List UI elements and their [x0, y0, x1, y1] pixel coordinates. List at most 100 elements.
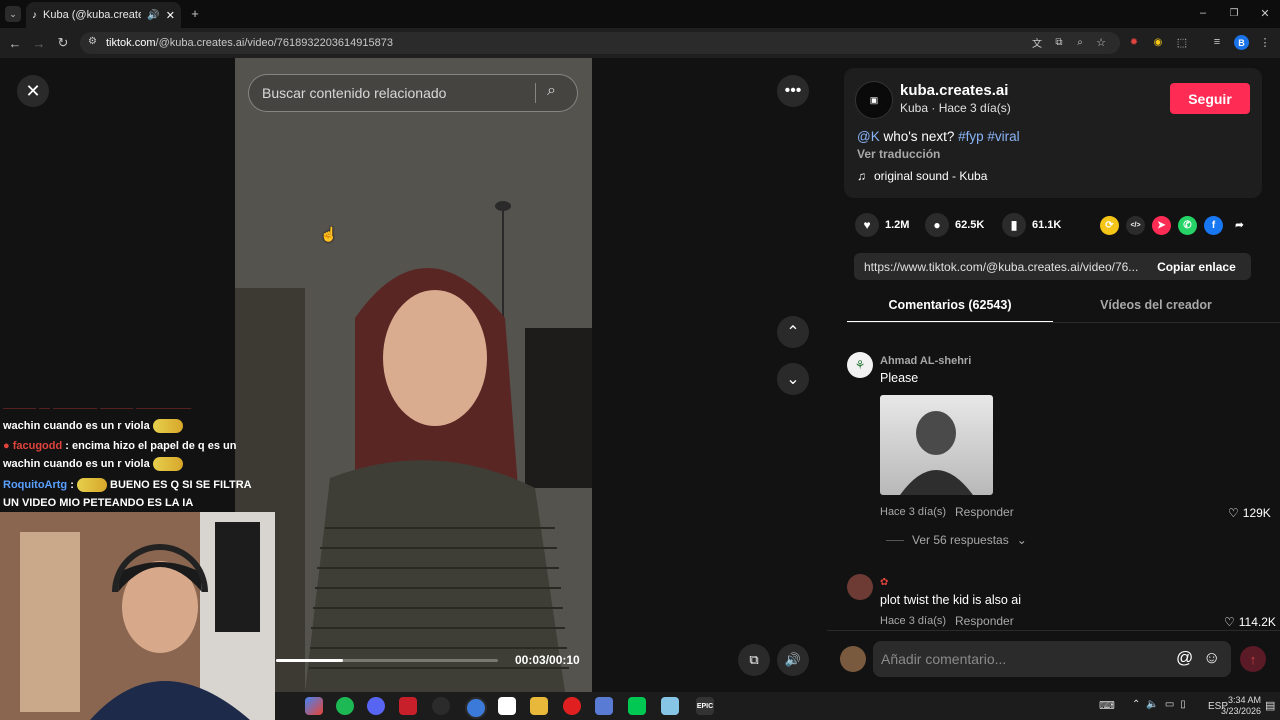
send-icon[interactable]: ➤	[1152, 216, 1171, 235]
video-player[interactable]	[235, 58, 592, 692]
reply-button[interactable]: Responder	[955, 505, 1014, 519]
capcut-icon[interactable]	[498, 697, 516, 715]
comment-image[interactable]	[880, 395, 993, 495]
volume-button[interactable]: 🔊	[777, 644, 809, 676]
minimize-icon[interactable]: –	[1196, 6, 1210, 20]
reload-icon[interactable]: ↻	[55, 35, 71, 51]
new-tab-icon[interactable]: +	[188, 6, 202, 21]
progress-track[interactable]	[276, 659, 498, 662]
spotify-icon[interactable]	[336, 697, 354, 715]
keyboard-icon[interactable]: ⌨	[1099, 699, 1115, 712]
heart-icon: ♥	[855, 213, 879, 237]
caption-mention[interactable]: @K	[857, 129, 880, 144]
epic-games-icon[interactable]: EPIC	[696, 697, 714, 715]
bookmark-star-icon[interactable]: ☆	[1094, 35, 1108, 49]
mention-icon[interactable]: @	[1176, 648, 1193, 668]
reading-list-icon[interactable]: ≡	[1210, 35, 1224, 49]
notifications-icon[interactable]: ▤	[1265, 699, 1275, 712]
next-video-button[interactable]: ⌄	[777, 363, 809, 395]
streaming-app-icon[interactable]	[399, 697, 417, 715]
extension-icon[interactable]: ✹	[1127, 35, 1141, 49]
discord-icon[interactable]	[367, 697, 385, 715]
restore-icon[interactable]: ❐	[1227, 6, 1241, 20]
tab-creator-videos[interactable]: Vídeos del creador	[1053, 293, 1259, 321]
window-close-icon[interactable]: ✕	[1258, 6, 1272, 20]
chat-line-top: wachin cuando es un r viola	[3, 417, 183, 435]
tab-comments[interactable]: Comentarios (62543)	[847, 293, 1053, 323]
copy-link-button[interactable]: Copiar enlace	[1142, 260, 1251, 274]
user-avatar[interactable]	[840, 646, 866, 672]
url-field[interactable]: ⚙ tiktok.com/@kuba.creates.ai/video/7618…	[80, 32, 1120, 54]
share-arrow-icon[interactable]: ➦	[1230, 216, 1249, 235]
sound-link[interactable]: ♫ original sound - Kuba	[857, 169, 987, 183]
comment-stat[interactable]: ● 62.5K	[925, 213, 984, 237]
caption-hashtags[interactable]: #fyp #viral	[958, 129, 1020, 144]
commenter-name-icon[interactable]: ✿	[880, 577, 888, 588]
previous-video-button[interactable]: ⌃	[777, 316, 809, 348]
panel-tabs: Comentarios (62543) Vídeos del creador	[847, 293, 1280, 323]
emoji-icon[interactable]: ☺	[1203, 648, 1220, 668]
related-search-input[interactable]: Buscar contenido relacionado ⌕	[248, 74, 578, 112]
more-options-button[interactable]: •••	[777, 75, 809, 107]
notepad-icon[interactable]	[661, 697, 679, 715]
commenter-name[interactable]: Ahmad AL-shehri	[880, 355, 971, 367]
view-replies[interactable]: Ver 56 respuestas ⌄	[886, 533, 1027, 547]
commenter-avatar[interactable]	[847, 574, 873, 600]
search-icon[interactable]: ⌕	[547, 82, 556, 100]
tab-close-icon[interactable]: ✕	[166, 9, 175, 22]
chrome-menu-icon[interactable]: ⋮	[1259, 35, 1271, 49]
heart-outline-icon: ♡	[1228, 506, 1239, 520]
streamer-webcam	[0, 512, 275, 720]
tiktok-favicon-icon: ♪	[32, 9, 37, 21]
tab-search-icon[interactable]: ⌄	[5, 6, 21, 22]
repost-icon[interactable]: ⟳	[1100, 216, 1119, 235]
copilot-icon[interactable]	[305, 697, 323, 715]
translate-icon[interactable]: 文	[1030, 35, 1044, 50]
file-explorer-icon[interactable]	[530, 697, 548, 715]
zoom-icon[interactable]: ⌕	[1073, 35, 1087, 49]
facebook-icon[interactable]: f	[1204, 216, 1223, 235]
floating-player-button[interactable]: ⧉	[738, 644, 770, 676]
profile-avatar[interactable]: B	[1234, 35, 1249, 50]
back-icon[interactable]: ←	[7, 35, 23, 51]
cast-icon[interactable]: ⧉	[1052, 35, 1066, 49]
comment-input[interactable]: Añadir comentario... @ ☺	[873, 641, 1231, 677]
browser-tab[interactable]: ♪ Kuba (@kuba.creates.ai) | T 🔊 ✕	[26, 2, 181, 28]
comment-like-count: 114.2K	[1238, 615, 1276, 629]
emote-icon	[152, 419, 183, 434]
author-subtitle: Kuba · Hace 3 día(s)	[900, 101, 1011, 115]
system-tray[interactable]: ⌃ 🔈 ▭ ▯	[1132, 699, 1186, 710]
chat-message: ● facugodd : encima hizo el papel de q e…	[3, 437, 265, 473]
tabs-divider	[847, 322, 1280, 323]
reply-button[interactable]: Responder	[955, 614, 1014, 628]
chrome-icon[interactable]	[465, 697, 487, 719]
translate-link[interactable]: Ver traducción	[857, 147, 940, 161]
stream-chat-overlay: ▬▬▬ ▬ ▬▬▬▬ ▬▬▬ ▬▬▬▬▬ wachin cuando es un…	[0, 400, 272, 514]
follow-button[interactable]: Seguir	[1170, 83, 1250, 114]
author-avatar[interactable]: ▣	[855, 81, 893, 119]
comment-text: plot twist the kid is also ai	[880, 593, 1022, 607]
app-icon[interactable]	[595, 697, 613, 715]
post-comment-button[interactable]: ↑	[1240, 646, 1266, 672]
whatsapp-icon[interactable]: ✆	[1178, 216, 1197, 235]
comment-like[interactable]: ♡ 114.2K	[1224, 615, 1276, 629]
embed-icon[interactable]: </>	[1126, 216, 1145, 235]
taskbar-clock[interactable]: 3:34 AM 3/23/2026	[1221, 695, 1261, 717]
like-stat[interactable]: ♥ 1.2M	[855, 213, 909, 237]
kick-icon[interactable]	[628, 697, 646, 715]
site-info-icon[interactable]: ⚙	[88, 36, 97, 47]
opera-icon[interactable]	[563, 697, 581, 715]
author-username[interactable]: kuba.creates.ai	[900, 82, 1008, 99]
clock-time: 3:34 AM	[1227, 695, 1261, 705]
close-video-button[interactable]: ✕	[17, 75, 49, 107]
comment-count: 62.5K	[955, 219, 985, 231]
save-stat[interactable]: ▮ 61.1K	[1002, 213, 1061, 237]
search-divider	[535, 83, 536, 103]
extensions-puzzle-icon[interactable]: ⬚	[1175, 35, 1189, 49]
comment-like[interactable]: ♡ 129K	[1228, 506, 1271, 520]
forward-icon[interactable]: →	[31, 35, 47, 51]
obs-icon[interactable]	[432, 697, 450, 715]
chevron-down-icon: ⌄	[786, 371, 800, 388]
extension-color-icon[interactable]: ◉	[1151, 35, 1165, 49]
commenter-avatar[interactable]: ⚘	[847, 352, 873, 378]
